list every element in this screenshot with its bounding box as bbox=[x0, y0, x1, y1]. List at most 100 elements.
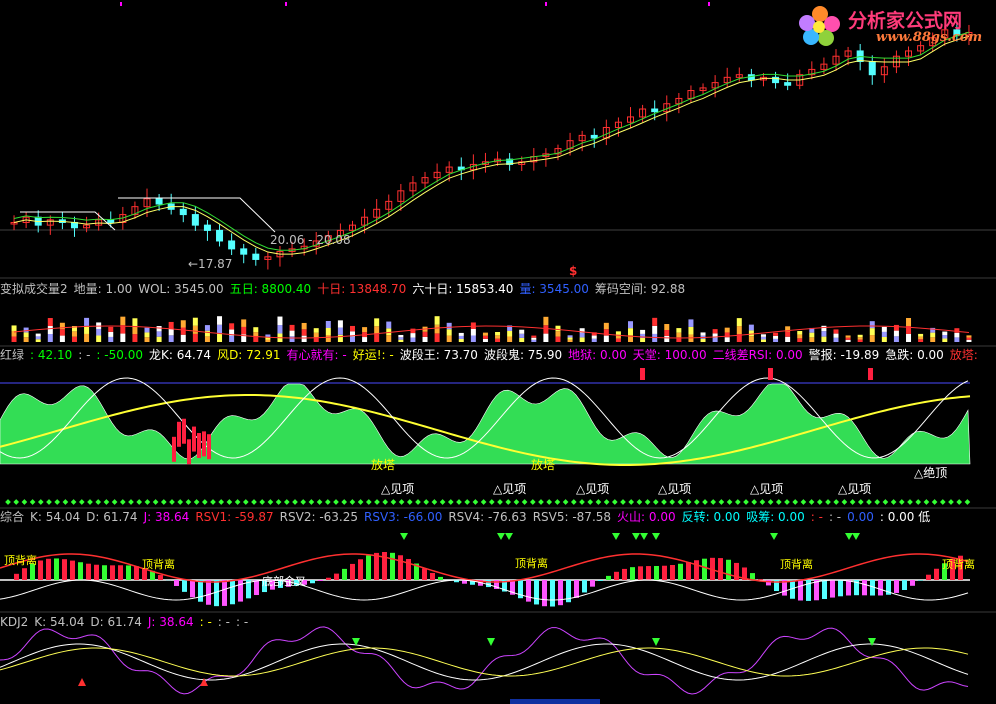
signal-diamond bbox=[103, 499, 110, 505]
signal-diamond bbox=[644, 499, 651, 505]
volume-bar bbox=[229, 323, 235, 330]
volume-bar bbox=[265, 334, 271, 337]
divergence-label-5: 顶背离 bbox=[942, 558, 975, 571]
buy-arrow bbox=[505, 533, 513, 540]
signal-mark: $ bbox=[569, 264, 578, 278]
indicator-bar-item: : -50.00 bbox=[96, 348, 143, 362]
volume-bar bbox=[628, 321, 634, 329]
rsv-bar bbox=[574, 580, 579, 598]
signal-diamond bbox=[497, 499, 503, 505]
volume-bar bbox=[470, 335, 476, 342]
volume-bar bbox=[180, 334, 186, 342]
volume-bar bbox=[591, 335, 597, 339]
volume-bar bbox=[881, 336, 887, 342]
volume-bar bbox=[265, 339, 271, 342]
signal-diamond bbox=[620, 499, 626, 505]
volume-bar bbox=[869, 328, 875, 336]
rsv-bar bbox=[862, 580, 867, 596]
volume-bar bbox=[869, 335, 875, 342]
signal-diamond bbox=[702, 499, 708, 505]
divergence-label-2: 顶背离 bbox=[142, 558, 175, 571]
rsv-bar bbox=[398, 555, 403, 580]
signal-diamond bbox=[964, 499, 971, 505]
volume-bar bbox=[555, 336, 561, 342]
volume-bar bbox=[930, 337, 936, 342]
indicator-bar-item: 天堂: 100.00 bbox=[632, 348, 707, 362]
indicator-bar-item: 警报: -19.89 bbox=[808, 348, 880, 362]
alert-bar bbox=[197, 433, 201, 459]
indicator-bar-item: 波段鬼: 75.90 bbox=[483, 348, 563, 362]
rsv-bar bbox=[78, 562, 83, 580]
signal-diamond bbox=[816, 499, 823, 505]
alert-bar bbox=[172, 436, 176, 462]
volume-bar bbox=[11, 336, 17, 342]
alert-bar bbox=[177, 421, 181, 447]
candle-body bbox=[203, 224, 211, 231]
rsv-bar bbox=[814, 580, 819, 601]
volume-bar bbox=[180, 320, 186, 328]
volume-bar bbox=[797, 338, 803, 342]
volume-bar bbox=[857, 339, 863, 342]
volume-bar bbox=[567, 337, 573, 340]
kdj-down-arrow bbox=[652, 638, 660, 646]
volume-bar bbox=[156, 326, 162, 332]
rsv-bar bbox=[590, 580, 595, 587]
volume-bar bbox=[482, 332, 488, 336]
rsv-bar bbox=[846, 580, 851, 596]
signal-diamond bbox=[447, 499, 454, 505]
rsv-bar bbox=[622, 568, 627, 580]
date-tag bbox=[510, 699, 600, 704]
rsv-bar bbox=[918, 580, 923, 581]
volume-bar bbox=[132, 326, 138, 335]
rsv-bar bbox=[630, 567, 635, 580]
signal-diamond bbox=[119, 499, 126, 505]
rsv-bar bbox=[422, 568, 427, 580]
volume-bar bbox=[531, 339, 537, 342]
volume-bar bbox=[313, 332, 319, 338]
volume-bar bbox=[603, 322, 609, 330]
rsv-bar bbox=[606, 575, 611, 580]
indicator-area bbox=[0, 383, 971, 465]
volume-bar-item: 五日: 8800.40 bbox=[229, 282, 312, 296]
signal-diamond bbox=[652, 499, 659, 505]
volume-bar bbox=[821, 336, 827, 342]
volume-bar bbox=[458, 335, 464, 339]
volume-bar bbox=[833, 337, 839, 342]
volume-bar bbox=[628, 328, 634, 336]
volume-bar bbox=[47, 326, 53, 335]
volume-bar bbox=[652, 317, 658, 326]
volume-bar bbox=[241, 326, 247, 335]
signal-diamond bbox=[669, 499, 676, 505]
signal-diamond bbox=[193, 499, 200, 505]
volume-bar bbox=[809, 332, 815, 338]
rsv-bar-item: 0.00 bbox=[847, 510, 874, 524]
rsv-bar bbox=[374, 552, 379, 580]
volume-bar bbox=[906, 317, 912, 326]
volume-bar bbox=[543, 316, 549, 326]
volume-bar bbox=[120, 333, 126, 342]
volume-bar bbox=[96, 328, 102, 336]
rsv-bar bbox=[102, 565, 107, 580]
volume-bar bbox=[640, 337, 646, 342]
volume-bar bbox=[434, 333, 440, 342]
volume-bar bbox=[180, 327, 186, 335]
rsv-bar bbox=[134, 566, 139, 580]
volume-bar-item: WOL: 3545.00 bbox=[138, 282, 224, 296]
signal-diamond bbox=[931, 499, 938, 505]
volume-bar bbox=[797, 334, 803, 339]
candle-body bbox=[868, 61, 876, 76]
signal-diamond bbox=[792, 499, 799, 505]
volume-bar bbox=[325, 320, 331, 328]
volume-bar bbox=[736, 326, 742, 335]
rsv-bar bbox=[206, 580, 211, 605]
rsv-bar bbox=[358, 559, 363, 580]
volume-bar bbox=[966, 339, 972, 342]
signal-diamond bbox=[382, 499, 389, 505]
signal-diamond bbox=[234, 499, 241, 505]
rsv-bar bbox=[598, 580, 603, 581]
signal-diamond bbox=[218, 499, 225, 505]
volume-bar bbox=[349, 336, 355, 342]
volume-bar bbox=[434, 324, 440, 334]
volume-bar bbox=[204, 330, 210, 337]
top-signal-3: △见项 bbox=[576, 482, 610, 496]
